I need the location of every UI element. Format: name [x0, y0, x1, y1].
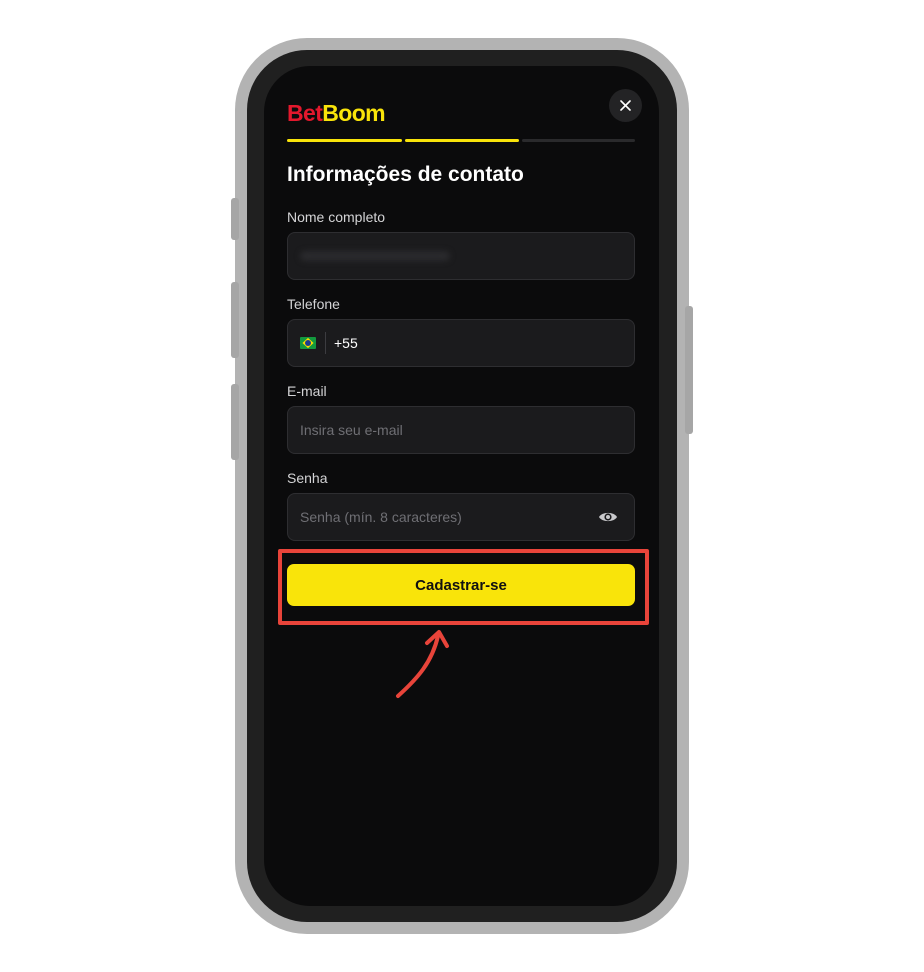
email-input[interactable]: Insira seu e-mail: [287, 406, 635, 454]
page-title: Informações de contato: [287, 163, 524, 186]
phone-input[interactable]: +55: [287, 319, 635, 367]
logo-part-bet: Bet: [287, 100, 323, 126]
phone-power-button: [685, 306, 693, 434]
phone-silent-switch: [231, 198, 239, 240]
blurred-name-value: [300, 251, 450, 261]
progress-step-2: [405, 139, 519, 142]
close-button[interactable]: [609, 89, 642, 122]
phone-label: Telefone: [287, 296, 340, 312]
email-label: E-mail: [287, 383, 327, 399]
betboom-logo: BetBoom: [287, 100, 386, 127]
phone-screen: BetBoom Informações de contato Nome comp…: [264, 66, 659, 906]
phone-volume-down-button: [231, 384, 239, 460]
curved-arrow-up-icon: [396, 630, 449, 698]
name-label: Nome completo: [287, 209, 386, 225]
password-placeholder: Senha (mín. 8 caracteres): [300, 509, 462, 525]
brazil-flag-icon[interactable]: [300, 337, 316, 349]
email-placeholder: Insira seu e-mail: [300, 422, 403, 438]
close-icon: [620, 100, 631, 111]
phone-country-code: +55: [334, 335, 358, 351]
password-label: Senha: [287, 470, 328, 486]
name-input[interactable]: [287, 232, 635, 280]
phone-volume-up-button: [231, 282, 239, 358]
progress-step-3: [522, 139, 635, 142]
password-input[interactable]: Senha (mín. 8 caracteres): [287, 493, 635, 541]
logo-part-boom: Boom: [322, 100, 386, 126]
country-divider: [325, 332, 326, 354]
eye-icon[interactable]: [598, 508, 618, 526]
register-button-highlight: [278, 549, 649, 625]
progress-step-1: [287, 139, 402, 142]
